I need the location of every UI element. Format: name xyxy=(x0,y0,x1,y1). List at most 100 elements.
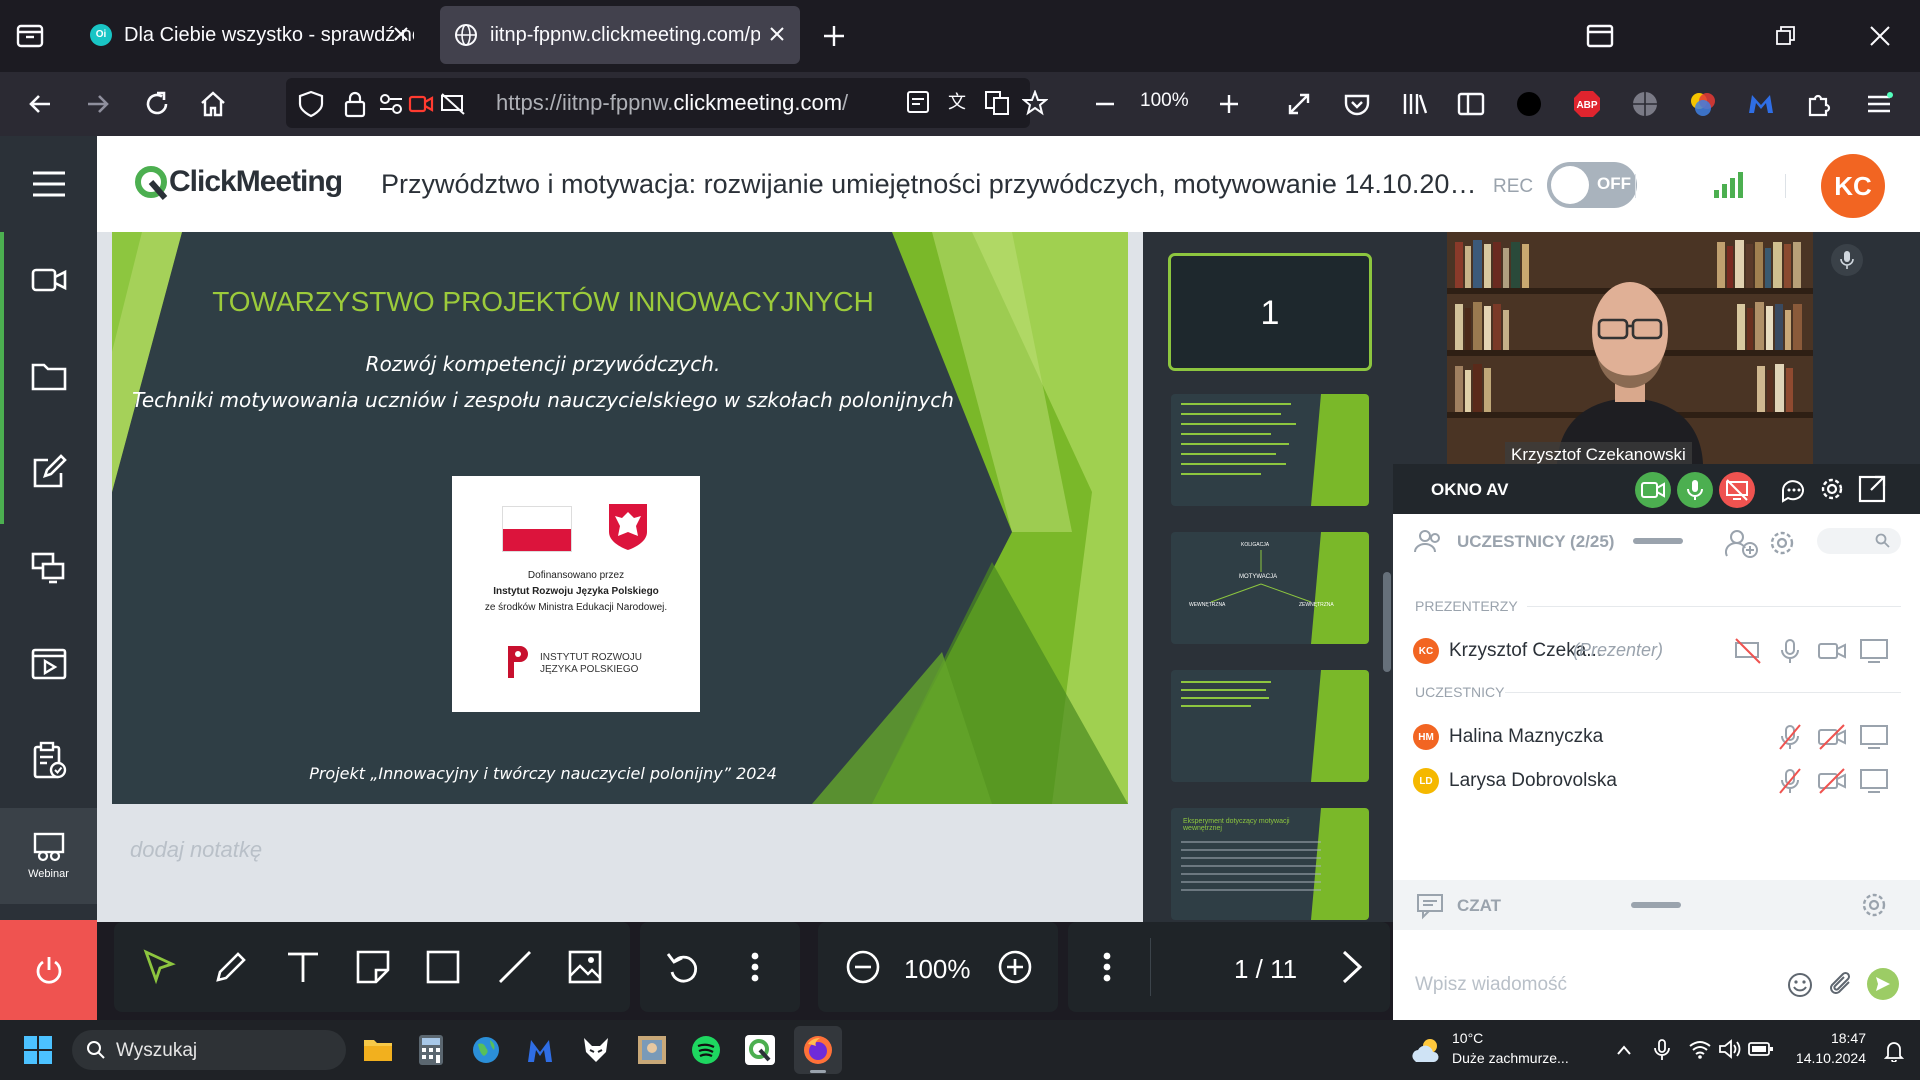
zoom-out-icon[interactable] xyxy=(844,948,882,986)
sticky-note-icon[interactable] xyxy=(354,948,392,986)
image-icon[interactable] xyxy=(566,948,604,986)
microphone-button[interactable] xyxy=(1677,472,1713,508)
camera-sharing-icon[interactable] xyxy=(408,92,434,116)
fox-app-icon[interactable] xyxy=(580,1034,612,1066)
send-button[interactable] xyxy=(1867,968,1899,1000)
weather-icon[interactable] xyxy=(1408,1032,1444,1068)
attachment-icon[interactable] xyxy=(1827,970,1857,1000)
home-icon[interactable] xyxy=(196,87,230,121)
chat-bubble-icon[interactable] xyxy=(1779,476,1807,504)
tab-clickmeeting[interactable]: iitnp-fppnw.clickmeeting.com/przywodztwo xyxy=(440,6,800,64)
close-icon[interactable] xyxy=(764,21,790,47)
participants-search[interactable] xyxy=(1817,528,1901,554)
clickmeeting-app-icon[interactable] xyxy=(744,1034,776,1066)
settings-icon[interactable] xyxy=(1817,474,1847,504)
url-text[interactable]: https://iitnp-fppnw.clickmeeting.com/ xyxy=(496,90,876,116)
zoom-out-icon[interactable] xyxy=(1088,87,1122,121)
colors-extension-icon[interactable] xyxy=(1686,87,1720,121)
leave-button[interactable] xyxy=(0,920,97,1020)
panel-resize-handle[interactable] xyxy=(1631,902,1681,908)
edit-icon[interactable] xyxy=(0,424,97,520)
add-user-icon[interactable] xyxy=(1725,528,1759,558)
url-bar[interactable]: https://iitnp-fppnw.clickmeeting.com/ 文 xyxy=(286,78,1048,128)
monitor-icon[interactable] xyxy=(1859,766,1889,796)
notifications-icon[interactable] xyxy=(1884,1040,1904,1062)
file-explorer-icon[interactable] xyxy=(362,1034,394,1064)
clipboard-check-icon[interactable] xyxy=(0,712,97,808)
library-icon[interactable] xyxy=(1398,87,1432,121)
shield-icon[interactable] xyxy=(298,90,324,118)
picture-in-picture-icon[interactable] xyxy=(1586,24,1614,48)
undo-icon[interactable] xyxy=(664,948,702,986)
user-avatar[interactable]: KC xyxy=(1821,154,1885,218)
pencil-icon[interactable] xyxy=(212,948,250,986)
new-tab-icon[interactable] xyxy=(820,22,848,50)
microphone-muted-icon[interactable] xyxy=(1775,766,1805,796)
line-icon[interactable] xyxy=(496,948,534,986)
video-camera-icon[interactable] xyxy=(0,232,97,328)
microphone-icon[interactable] xyxy=(1831,244,1863,276)
pointer-icon[interactable] xyxy=(140,948,178,986)
thumbnail-2[interactable] xyxy=(1171,394,1369,506)
restore-window-icon[interactable] xyxy=(1774,24,1798,48)
close-window-icon[interactable] xyxy=(1868,24,1892,48)
wifi-icon[interactable] xyxy=(1688,1038,1712,1060)
more-options-icon[interactable] xyxy=(1088,948,1126,986)
rectangle-icon[interactable] xyxy=(424,948,462,986)
camera-button[interactable] xyxy=(1635,472,1671,508)
globe-extension-icon[interactable] xyxy=(1628,87,1662,121)
menu-icon[interactable] xyxy=(0,136,97,232)
malwarebytes-icon[interactable] xyxy=(524,1034,556,1066)
screen-share-button[interactable] xyxy=(1719,472,1755,508)
battery-icon[interactable] xyxy=(1748,1040,1774,1058)
taskbar-search[interactable]: Wyszukaj xyxy=(72,1030,346,1070)
zoom-in-icon[interactable] xyxy=(996,948,1034,986)
folder-icon[interactable] xyxy=(0,328,97,424)
chat-input[interactable]: Wpisz wiadomość xyxy=(1393,950,1920,1020)
earth-browser-icon[interactable] xyxy=(470,1034,502,1066)
signal-strength-icon[interactable] xyxy=(1713,170,1745,198)
zoom-level[interactable]: 100% xyxy=(1140,90,1189,112)
media-player-icon[interactable] xyxy=(0,616,97,712)
thumbnail-4[interactable] xyxy=(1171,670,1369,782)
microphone-muted-icon[interactable] xyxy=(1775,722,1805,752)
reload-icon[interactable] xyxy=(140,87,174,121)
more-options-icon[interactable] xyxy=(736,948,774,986)
lock-icon[interactable] xyxy=(344,90,366,118)
video-camera-off-icon[interactable] xyxy=(1817,722,1847,752)
undock-icon[interactable] xyxy=(1857,474,1887,504)
malwarebytes-icon[interactable] xyxy=(1744,87,1778,121)
tab-overview-icon[interactable] xyxy=(16,22,46,50)
bookmark-star-icon[interactable] xyxy=(1022,90,1048,116)
settings-icon[interactable] xyxy=(1767,528,1797,558)
presenter-row[interactable]: KC Krzysztof Czeka... (Prezenter) xyxy=(1413,630,1903,670)
settings-icon[interactable] xyxy=(1859,890,1889,920)
attendee-row[interactable]: HM Halina Maznyczka xyxy=(1413,716,1903,756)
screen-share-off-icon[interactable] xyxy=(1733,636,1763,666)
zoom-in-icon[interactable] xyxy=(1212,87,1246,121)
thumbnail-3[interactable]: KOLIGACJA MOTYWACJA WEWNĘTRZNA ZEWNĘTRZN… xyxy=(1171,532,1369,644)
rec-toggle[interactable]: OFF xyxy=(1547,162,1637,208)
screen-sharing-blocked-icon[interactable] xyxy=(440,92,466,116)
chevron-up-icon[interactable] xyxy=(1614,1040,1634,1060)
volume-icon[interactable] xyxy=(1718,1038,1742,1060)
photo-app-icon[interactable] xyxy=(636,1034,668,1066)
thumbnails-scrollbar[interactable] xyxy=(1383,572,1391,672)
monitor-icon[interactable] xyxy=(1859,722,1889,752)
next-slide-icon[interactable] xyxy=(1332,948,1370,986)
tab-onet[interactable]: Oi Dla Ciebie wszystko - sprawdź nowości xyxy=(74,6,424,64)
notes-input[interactable]: dodaj notatkę xyxy=(130,837,262,863)
translate-page-icon[interactable] xyxy=(984,90,1010,116)
close-icon[interactable] xyxy=(388,21,414,47)
attendee-row[interactable]: LD Larysa Dobrovolska xyxy=(1413,760,1903,800)
text-icon[interactable] xyxy=(284,948,322,986)
reader-view-icon[interactable] xyxy=(906,90,932,116)
microphone-icon[interactable] xyxy=(1775,636,1805,666)
sidebar-icon[interactable] xyxy=(1454,87,1488,121)
back-arrow-icon[interactable] xyxy=(24,87,58,121)
extensions-puzzle-icon[interactable] xyxy=(1802,87,1836,121)
fullscreen-icon[interactable] xyxy=(1282,87,1316,121)
extension-dark-icon[interactable] xyxy=(1512,87,1546,121)
webinar-tab[interactable]: Webinar xyxy=(0,808,97,904)
thumbnail-5[interactable]: Eksperyment dotyczący motywacji wewnętrz… xyxy=(1171,808,1369,920)
